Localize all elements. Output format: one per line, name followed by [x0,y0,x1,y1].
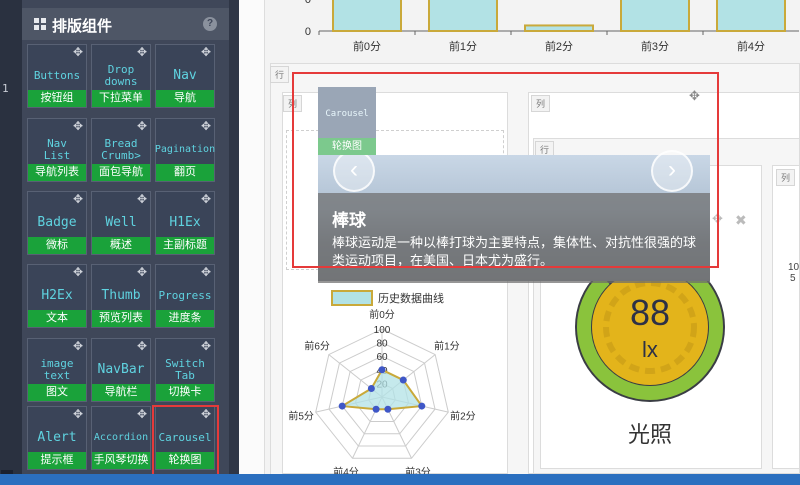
left-edge-strip: 1 [0,0,22,485]
gauge-value: 88 [630,292,670,333]
radar-legend: 历史数据曲线 [331,290,444,306]
radar-point [338,402,346,410]
radar-point [372,405,380,413]
bar-category-label: 前3分 [641,39,669,53]
partial-column-tag: 列 [776,169,796,186]
bar-category-label: 前1分 [449,39,477,53]
palette-tile-label: 按钮组 [28,90,86,107]
gauge-label: 光照 [628,422,672,445]
palette-tile-label: 微标 [28,237,86,254]
radar-tick-label: 60 [376,352,388,363]
right-tick-2: 5 [790,273,796,284]
palette-tile[interactable]: ✥ Accordion 手风琴切换 [91,406,151,470]
palette-tile[interactable]: ✥ Thumb 预览列表 [91,264,151,328]
palette-tile[interactable]: ✥ Alert 提示框 [27,406,87,470]
palette-header[interactable]: 排版组件 ? [22,8,229,40]
palette-tile-label: 文本 [28,310,86,327]
radar-legend-label: 历史数据曲线 [378,291,444,305]
radar-axis-label: 前2分 [450,409,476,422]
help-icon[interactable]: ? [203,17,217,31]
palette-tile-label: 手风琴切换 [92,452,150,469]
palette-tile[interactable]: ✥ Well 概述 [91,191,151,255]
palette-tile[interactable]: ✥ Buttons 按钮组 [27,44,87,108]
palette-tile-label: 切换卡 [156,384,214,401]
palette-tile-label: 图文 [28,384,86,401]
radar-axis-label: 前1分 [434,339,460,352]
palette-tile-label: 概述 [92,237,150,254]
carousel-tile-highlight [152,405,219,478]
palette-tile-label: 面包导航 [92,164,150,181]
palette-tile[interactable]: ✥ H2Ex 文本 [27,264,87,328]
radar-point [384,405,392,413]
radar-legend-swatch [331,290,373,306]
grid-icon [34,18,46,30]
bar-chart: 0 0 前0分 前1分 前2分 前3分 前4分 [305,0,799,53]
palette-tile-label: 主副标题 [156,237,214,254]
radar-axis-label: 前5分 [288,409,314,422]
palette-tile-label: 下拉菜单 [92,90,150,107]
palette-title: 排版组件 [52,18,113,35]
radar-axis-label: 前0分 [369,308,395,321]
radar-area [339,368,424,411]
palette-tile[interactable]: ✥ image text 图文 [27,338,87,402]
bar [332,0,402,32]
palette-tile[interactable]: ✥ Progress 进度条 [155,264,215,328]
palette-tile[interactable]: ✥ Badge 微标 [27,191,87,255]
bar [428,0,498,32]
bar-category-label: 前0分 [353,39,381,53]
bar-category-label: 前2分 [545,39,573,53]
edge-mark: 1 [2,82,9,95]
bar-category-label: 前4分 [737,39,765,53]
bar [620,0,690,32]
row-tag: 行 [270,66,290,83]
palette-tile[interactable]: ✥ Pagination 翻页 [155,118,215,182]
palette-tile[interactable]: ✥ H1Ex 主副标题 [155,191,215,255]
radar-point [418,402,426,410]
radar-tick-label: 100 [374,325,391,336]
palette-tile[interactable]: ✥ Nav List 导航列表 [27,118,87,182]
radar-tick-label: 80 [376,339,388,350]
palette-tile-label: 导航列表 [28,164,86,181]
palette-tile[interactable]: ✥ Switch Tab 切换卡 [155,338,215,402]
palette-tile[interactable]: ✥ Nav 导航 [155,44,215,108]
bar [524,24,594,33]
close-icon[interactable]: ✖ [735,212,747,229]
palette-tile[interactable]: ✥ Bread Crumb> 面包导航 [91,118,151,182]
bar-y-tick-top: 0 [305,0,311,6]
panel-divider[interactable] [229,0,239,485]
carousel-highlight-frame [292,72,719,268]
status-bar [0,474,800,485]
radar-chart: 历史数据曲线 前0分前1分前2分前3分前4分前5分前6分10080604020 [288,290,476,475]
radar-point [378,366,386,374]
radar-point [367,385,375,393]
palette-tile-label: 翻页 [156,164,214,181]
palette-tile-label: 导航栏 [92,384,150,401]
radar-axis-label: 前6分 [304,339,330,352]
bar-y-tick: 0 [305,26,311,38]
palette-tile-label: 导航 [156,90,214,107]
bar-series: 0 0 前0分 前1分 前2分 前3分 前4分 [305,0,799,53]
right-tick-1: 10 [788,262,800,273]
partial-column[interactable] [772,165,800,469]
palette-tile-label: 提示框 [28,452,86,469]
bar [716,0,786,32]
palette-tile[interactable]: ✥ Drop downs 下拉菜单 [91,44,151,108]
radar-point [399,376,407,384]
palette-tile-label: 预览列表 [92,310,150,327]
gauge-unit: lx [642,337,658,362]
palette-tile-label: 进度条 [156,310,214,327]
palette-tile[interactable]: ✥ NavBar 导航栏 [91,338,151,402]
